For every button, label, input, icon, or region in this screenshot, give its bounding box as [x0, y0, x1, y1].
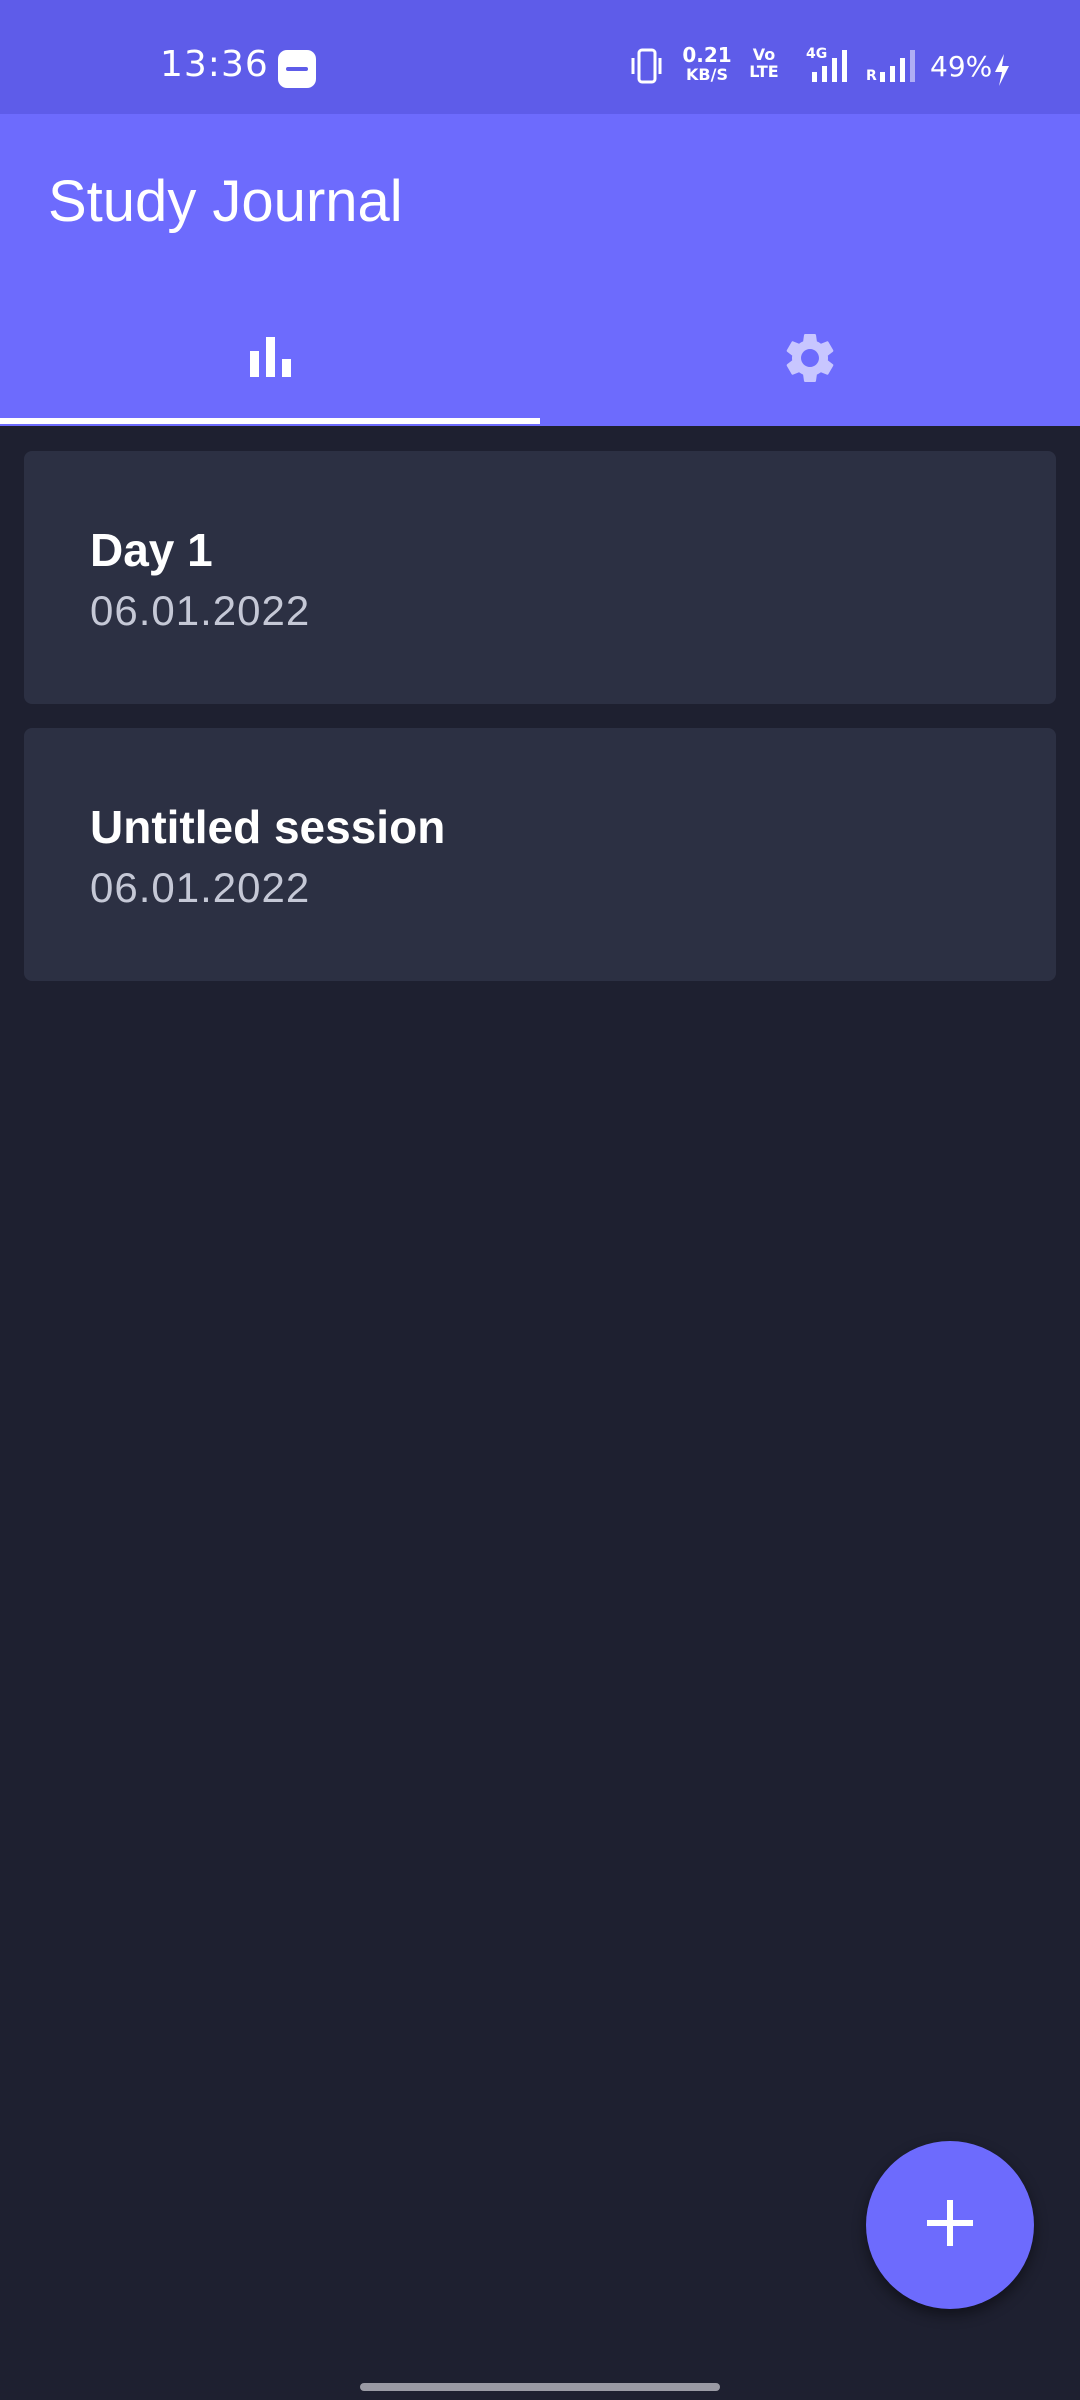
- network-speed-value: 0.21: [682, 43, 732, 67]
- network-speed: 0.21 KB/S: [682, 43, 732, 86]
- session-date: 06.01.2022: [90, 864, 311, 911]
- session-list: Day 1 06.01.2022 Untitled session 06.01.…: [24, 451, 1056, 1005]
- status-bar: 13:36 0.21 KB/S Vo LTE 4G R 49%: [0, 0, 1080, 114]
- status-time: 13:36: [160, 44, 269, 85]
- session-title: Day 1: [90, 524, 213, 576]
- session-card[interactable]: Untitled session 06.01.2022: [24, 728, 1056, 981]
- app-title: Study Journal: [48, 169, 403, 234]
- tab-indicator: [0, 418, 540, 424]
- gear-icon: [780, 328, 840, 393]
- tab-statistics[interactable]: [0, 294, 540, 426]
- plus-icon: [927, 2199, 973, 2251]
- gesture-nav-handle[interactable]: [360, 2383, 720, 2391]
- app-bar: Study Journal: [0, 114, 1080, 426]
- notification-app-icon: [278, 50, 316, 88]
- session-date: 06.01.2022: [90, 587, 311, 634]
- network-speed-unit: KB/S: [686, 65, 728, 84]
- add-session-button[interactable]: [866, 2141, 1034, 2309]
- volte-top: Vo: [752, 45, 776, 64]
- volte-bottom: LTE: [749, 62, 779, 81]
- vibrate-icon: [630, 46, 664, 86]
- signal-4g-icon: 4G: [798, 46, 854, 86]
- signal-roaming-icon: R: [866, 46, 920, 86]
- charging-icon: [992, 52, 1012, 92]
- tab-settings[interactable]: [540, 294, 1080, 426]
- volte-indicator: Vo LTE: [745, 46, 783, 86]
- bar-chart-icon: [247, 335, 293, 386]
- session-title: Untitled session: [90, 801, 446, 853]
- session-card[interactable]: Day 1 06.01.2022: [24, 451, 1056, 704]
